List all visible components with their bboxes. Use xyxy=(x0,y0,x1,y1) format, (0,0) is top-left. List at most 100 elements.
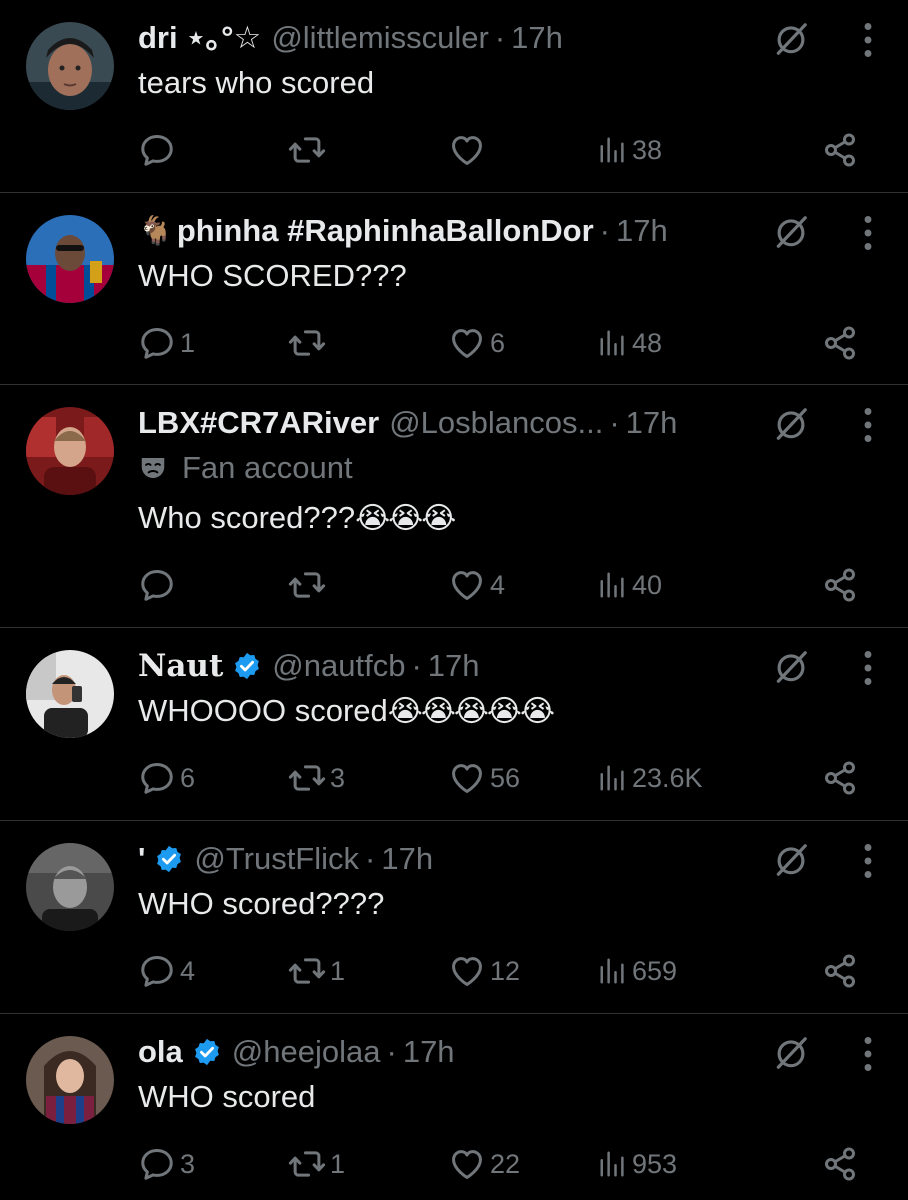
timestamp[interactable]: 17h xyxy=(381,837,433,881)
display-name[interactable]: phinha #RaphinhaBallonDor xyxy=(177,209,594,253)
display-name[interactable]: ' xyxy=(138,837,145,881)
views-button[interactable]: 38 xyxy=(598,128,662,172)
avatar[interactable] xyxy=(26,650,114,738)
more-options-icon[interactable] xyxy=(862,407,874,443)
action-bar: 38 xyxy=(0,128,908,172)
share-button[interactable] xyxy=(822,949,858,993)
reply-count: 3 xyxy=(180,1148,196,1179)
retweet-count: 3 xyxy=(330,762,346,793)
like-button[interactable]: 6 xyxy=(448,321,505,365)
retweet-count: 1 xyxy=(330,1148,346,1179)
avatar[interactable] xyxy=(26,22,114,110)
timestamp[interactable]: 17h xyxy=(616,209,668,253)
tweet-text: tears who scored xyxy=(138,62,374,104)
retweet-button[interactable] xyxy=(288,128,330,172)
like-button[interactable]: 56 xyxy=(448,756,520,800)
timestamp[interactable]: 17h xyxy=(626,401,678,445)
bar-chart-icon xyxy=(598,955,628,987)
user-handle[interactable]: @TrustFlick xyxy=(194,837,359,881)
tweet-item[interactable]: LBX#CR7ARiver @Losblancos... · 17h Fan a… xyxy=(0,385,908,628)
share-button[interactable] xyxy=(822,321,858,365)
share-button[interactable] xyxy=(822,128,858,172)
reply-count: 6 xyxy=(180,762,196,793)
retweet-button[interactable] xyxy=(288,563,330,607)
reply-button[interactable] xyxy=(138,563,180,607)
views-button[interactable]: 659 xyxy=(598,949,677,993)
avatar[interactable] xyxy=(26,407,114,495)
display-name[interactable]: ola xyxy=(138,1030,183,1074)
like-button[interactable]: 4 xyxy=(448,563,505,607)
tweet-item[interactable]: ' @TrustFlick · 17h WHO scored???? 4 1 1… xyxy=(0,821,908,1014)
reply-button[interactable]: 6 xyxy=(138,756,195,800)
display-name[interactable]: Naut xyxy=(138,644,223,688)
action-bar: 4 40 xyxy=(0,563,908,607)
retweet-icon xyxy=(288,1145,326,1183)
tweet-text: Who scored???😭😭😭 xyxy=(138,497,456,540)
retweet-icon xyxy=(288,759,326,797)
reply-button[interactable]: 1 xyxy=(138,321,195,365)
reply-icon xyxy=(138,759,176,797)
retweet-button[interactable]: 1 xyxy=(288,1142,345,1186)
share-button[interactable] xyxy=(822,1142,858,1186)
bar-chart-icon xyxy=(598,1148,628,1180)
tweet-header: ola @heejolaa · 17h xyxy=(138,1030,738,1074)
like-button[interactable] xyxy=(448,128,490,172)
views-button[interactable]: 40 xyxy=(598,563,662,607)
goat-emoji: 🐐 xyxy=(138,215,173,246)
views-button[interactable]: 23.6K xyxy=(598,756,703,800)
timestamp[interactable]: 17h xyxy=(403,1030,455,1074)
like-count: 4 xyxy=(490,569,506,600)
display-name[interactable]: dri ⋆｡°☆ xyxy=(138,16,261,60)
avatar[interactable] xyxy=(26,1036,114,1124)
grok-icon[interactable] xyxy=(772,841,810,879)
retweet-button[interactable] xyxy=(288,321,330,365)
tweet-item[interactable]: ola @heejolaa · 17h WHO scored 3 1 22 95… xyxy=(0,1014,908,1200)
display-name[interactable]: LBX#CR7ARiver xyxy=(138,401,379,445)
reply-button[interactable]: 3 xyxy=(138,1142,195,1186)
grok-icon[interactable] xyxy=(772,20,810,58)
more-options-icon[interactable] xyxy=(862,650,874,686)
mask-icon xyxy=(138,453,168,483)
separator-dot: · xyxy=(609,405,620,440)
share-icon xyxy=(822,325,858,361)
bar-chart-icon xyxy=(598,134,628,166)
grok-icon[interactable] xyxy=(772,648,810,686)
fan-account-text: Fan account xyxy=(182,450,353,485)
like-button[interactable]: 12 xyxy=(448,949,520,993)
like-button[interactable]: 22 xyxy=(448,1142,520,1186)
grok-icon[interactable] xyxy=(772,405,810,443)
more-options-icon[interactable] xyxy=(862,215,874,251)
reply-button[interactable]: 4 xyxy=(138,949,195,993)
more-options-icon[interactable] xyxy=(862,22,874,58)
user-handle[interactable]: @Losblancos... xyxy=(389,401,603,445)
share-icon xyxy=(822,1146,858,1182)
user-handle[interactable]: @littlemissculer xyxy=(271,16,489,60)
retweet-button[interactable]: 1 xyxy=(288,949,345,993)
more-options-icon[interactable] xyxy=(862,843,874,879)
user-handle[interactable]: @nautfcb xyxy=(272,644,405,688)
share-button[interactable] xyxy=(822,756,858,800)
timestamp[interactable]: 17h xyxy=(428,644,480,688)
avatar[interactable] xyxy=(26,215,114,303)
separator-dot: · xyxy=(386,1034,397,1069)
views-button[interactable]: 48 xyxy=(598,321,662,365)
grok-icon[interactable] xyxy=(772,213,810,251)
grok-icon[interactable] xyxy=(772,1034,810,1072)
view-count: 40 xyxy=(632,569,663,600)
more-options-icon[interactable] xyxy=(862,1036,874,1072)
like-count: 56 xyxy=(490,762,521,793)
crying-emoji: 😭😭😭 xyxy=(355,502,456,535)
reply-button[interactable] xyxy=(138,128,180,172)
share-button[interactable] xyxy=(822,563,858,607)
tweet-item[interactable]: Naut @nautfcb · 17h WHOOOO scored😭😭😭😭😭 6… xyxy=(0,628,908,821)
tweet-header: ' @TrustFlick · 17h xyxy=(138,837,738,881)
view-count: 659 xyxy=(632,955,678,986)
retweet-button[interactable]: 3 xyxy=(288,756,345,800)
avatar[interactable] xyxy=(26,843,114,931)
tweet-item[interactable]: dri ⋆｡°☆ @littlemissculer · 17h tears wh… xyxy=(0,0,908,193)
user-handle[interactable]: @heejolaa xyxy=(232,1030,381,1074)
timestamp[interactable]: 17h xyxy=(511,16,563,60)
tweet-item[interactable]: 🐐 phinha #RaphinhaBallonDor · 17h WHO SC… xyxy=(0,193,908,385)
tweet-text: WHO SCORED??? xyxy=(138,255,407,297)
views-button[interactable]: 953 xyxy=(598,1142,677,1186)
